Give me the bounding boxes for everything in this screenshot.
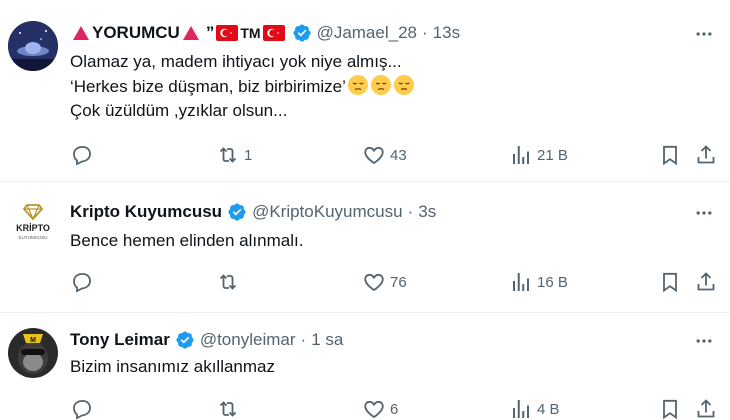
svg-text:M: M	[30, 337, 36, 344]
more-options-icon[interactable]	[692, 201, 716, 225]
views-chart-icon	[513, 146, 529, 164]
tweet-text: Olamaz ya, madem ihtiyacı yok niye almış…	[70, 50, 415, 123]
tweet-text-line: Bence hemen elinden alınmalı.	[70, 231, 304, 250]
like-count: 6	[390, 400, 399, 418]
bookmark-button[interactable]	[658, 268, 682, 296]
retweet-icon	[219, 147, 237, 163]
user-handle[interactable]: @Jamael_28	[317, 23, 417, 43]
avatar[interactable]	[8, 21, 58, 71]
views-button[interactable]: 4 B	[509, 395, 560, 420]
reply-button[interactable]	[70, 268, 98, 296]
user-handle[interactable]: @KriptoKuyumcusu	[252, 202, 403, 222]
share-button[interactable]	[694, 141, 718, 169]
like-count: 43	[390, 146, 407, 164]
user-handle[interactable]: @tonyleimar	[200, 330, 296, 350]
share-icon	[697, 399, 715, 418]
svg-text:KUYUMCUSU: KUYUMCUSU	[18, 235, 47, 240]
tweet-text-line: ‘Herkes bize düşman, biz birbirimize’	[70, 74, 415, 99]
like-button[interactable]: 6	[362, 395, 398, 420]
tweet-header: Tony Leimar @tonyleimar · 1 sa	[70, 327, 343, 353]
reply-button[interactable]	[70, 395, 98, 420]
turkey-flag-icon	[262, 25, 285, 41]
views-chart-icon	[513, 273, 529, 291]
pensive-face-icon	[347, 75, 368, 95]
name-quote: ”	[205, 23, 215, 42]
tweet-header: Kripto Kuyumcusu @KriptoKuyumcusu · 3s	[70, 199, 436, 225]
heart-icon	[364, 273, 384, 292]
views-button[interactable]: 16 B	[509, 268, 568, 296]
name-tm: TM	[240, 25, 261, 41]
tweet-header: YORUMCU ” TM @Jamael_28 · 13s	[70, 20, 460, 46]
avatar[interactable]: KRİPTO KUYUMCUSU	[8, 199, 58, 249]
display-name[interactable]: Tony Leimar	[70, 330, 170, 350]
bookmark-icon	[663, 399, 677, 420]
bookmark-button[interactable]	[658, 141, 682, 169]
red-triangle-icon	[73, 26, 89, 40]
share-icon	[697, 145, 715, 164]
share-icon	[697, 272, 715, 291]
separator-dot: ·	[407, 202, 414, 221]
bookmark-icon	[663, 145, 677, 166]
retweet-button[interactable]	[216, 268, 244, 296]
retweet-icon	[219, 401, 237, 417]
timestamp[interactable]: 1 sa	[311, 330, 343, 350]
like-count: 76	[390, 273, 407, 291]
retweet-count: 1	[244, 146, 253, 164]
tweet-text-line: Olamaz ya, madem ihtiyacı yok niye almış…	[70, 52, 402, 71]
ape-avatar-icon: M	[8, 328, 58, 378]
display-name[interactable]: YORUMCU	[92, 23, 180, 43]
display-name[interactable]: Kripto Kuyumcusu	[70, 202, 222, 222]
retweet-button[interactable]	[216, 395, 244, 420]
verified-badge-icon	[227, 202, 247, 222]
svg-text:KRİPTO: KRİPTO	[16, 223, 50, 233]
reply-icon	[73, 400, 91, 420]
tweet-text-line: Bizim insanımız akıllanmaz	[70, 357, 276, 376]
heart-icon	[364, 146, 384, 165]
turkey-flag-icon	[216, 25, 239, 41]
tweet-actions: 1 43 21 B	[66, 141, 726, 169]
ufo-night-avatar-icon	[8, 21, 58, 71]
view-count: 21 B	[537, 146, 568, 164]
like-button[interactable]: 76	[362, 268, 407, 296]
views-button[interactable]: 21 B	[509, 141, 568, 169]
timestamp[interactable]: 3s	[418, 202, 436, 222]
tweet-text-line: Çok üzüldüm ,yzıklar olsun...	[70, 101, 288, 120]
reply-button[interactable]	[70, 141, 98, 169]
retweet-button[interactable]: 1	[216, 141, 252, 169]
heart-icon	[364, 400, 384, 419]
reply-icon	[73, 146, 91, 166]
tweet-text-line-content: ‘Herkes bize düşman, biz birbirimize’	[70, 77, 346, 96]
red-triangle-icon	[182, 26, 199, 40]
pensive-face-icon	[393, 75, 414, 95]
verified-badge-icon	[292, 23, 312, 43]
like-button[interactable]: 43	[362, 141, 407, 169]
tweet-text: Bence hemen elinden alınmalı.	[70, 229, 303, 253]
tweet-actions: 6 4 B	[66, 395, 726, 420]
verified-badge-icon	[175, 330, 195, 350]
view-count: 4 B	[537, 400, 560, 418]
separator-dot: ·	[300, 330, 307, 349]
avatar[interactable]: M	[8, 328, 58, 378]
more-options-icon[interactable]	[692, 329, 716, 353]
tweet-text: Bizim insanımız akıllanmaz	[70, 355, 275, 379]
tweet-actions: 76 16 B	[66, 268, 726, 296]
share-button[interactable]	[694, 395, 718, 420]
share-button[interactable]	[694, 268, 718, 296]
separator-dot: ·	[422, 23, 428, 42]
reply-icon	[73, 273, 91, 293]
more-options-icon[interactable]	[692, 22, 716, 46]
retweet-icon	[219, 274, 237, 290]
views-chart-icon	[513, 400, 529, 418]
view-count: 16 B	[537, 273, 568, 291]
kripto-logo-icon: KRİPTO KUYUMCUSU	[8, 199, 58, 249]
timestamp[interactable]: 13s	[433, 23, 460, 43]
bookmark-button[interactable]	[658, 395, 682, 420]
pensive-face-icon	[370, 75, 391, 95]
bookmark-icon	[663, 272, 677, 293]
